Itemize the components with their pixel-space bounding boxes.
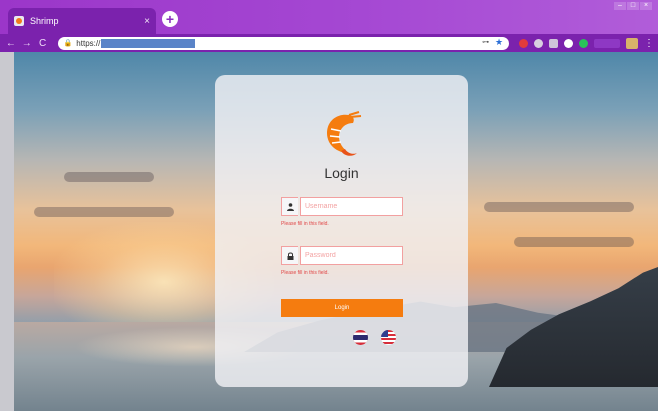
window-controls: – □ × [614, 2, 652, 10]
forward-button[interactable]: → [20, 38, 34, 49]
shrimp-logo-icon [327, 111, 362, 156]
login-button[interactable]: Login [281, 299, 403, 317]
cloud [64, 172, 154, 182]
tab-title: Shrimp [30, 16, 59, 26]
maximize-button[interactable]: □ [627, 2, 639, 10]
extension-square-icon[interactable] [549, 38, 559, 48]
new-tab-button[interactable]: + [162, 11, 178, 27]
url-text: https:// [76, 38, 101, 48]
key-icon[interactable]: ⊶ [482, 38, 489, 46]
cloud [34, 207, 174, 217]
close-window-button[interactable]: × [640, 2, 652, 10]
reload-button[interactable]: C [36, 38, 50, 49]
extension-white-icon[interactable] [564, 38, 574, 48]
username-error: Please fill in this field. [281, 221, 329, 227]
password-input[interactable] [300, 246, 403, 265]
login-card: Login Please fill in this field. Please … [215, 75, 468, 387]
password-field-group [281, 246, 403, 265]
lock-icon: 🔒 [63, 40, 73, 47]
password-error: Please fill in this field. [281, 270, 329, 276]
extension-icons [519, 38, 621, 48]
cloud [484, 202, 634, 212]
browser-menu-icon[interactable]: ⋮ [644, 38, 654, 49]
favicon-icon [14, 16, 24, 26]
extension-red-icon[interactable] [519, 38, 529, 48]
user-icon [281, 197, 298, 216]
extension-green-icon[interactable] [579, 38, 589, 48]
tab-close-icon[interactable]: × [144, 16, 150, 27]
back-button[interactable]: ← [4, 38, 18, 49]
thai-flag-icon[interactable] [353, 330, 368, 345]
extension-grey-icon[interactable] [534, 38, 544, 48]
cloud [514, 237, 634, 247]
browser-toolbar: ← → C 🔒 https:// ⊶ ★ ⋮ [0, 34, 658, 52]
url-redacted [101, 38, 196, 48]
minimize-button[interactable]: – [614, 2, 626, 10]
browser-titlebar: Shrimp × + – □ × [0, 0, 658, 34]
us-flag-icon[interactable] [381, 330, 396, 345]
username-input[interactable] [300, 197, 403, 216]
bookmark-star-icon[interactable]: ★ [495, 37, 503, 48]
login-title: Login [324, 165, 359, 181]
address-bar[interactable]: 🔒 https:// ⊶ ★ [57, 36, 510, 50]
lock-icon [281, 246, 298, 265]
tab-shrimp[interactable]: Shrimp × [8, 8, 156, 34]
profile-avatar[interactable] [626, 37, 638, 49]
extension-bar-icon[interactable] [594, 38, 621, 48]
username-field-group [281, 197, 403, 216]
